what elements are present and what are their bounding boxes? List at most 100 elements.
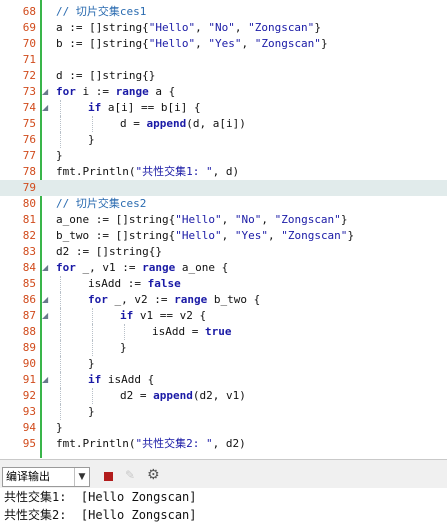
line-number: 82 bbox=[22, 229, 36, 242]
stop-icon[interactable] bbox=[104, 472, 113, 481]
code-token: } bbox=[340, 213, 348, 226]
code-line[interactable]: 71 bbox=[0, 52, 447, 68]
line-number: 85 bbox=[22, 277, 36, 290]
indent-guide bbox=[60, 116, 61, 132]
code-text: } bbox=[56, 148, 63, 164]
code-line[interactable]: 83 d2 := []string{} bbox=[0, 244, 447, 260]
line-number: 86 bbox=[22, 293, 36, 306]
output-line: 共性交集1: [Hello Zongscan] bbox=[4, 490, 197, 504]
code-line[interactable]: 75 d = append(d, a[i]) bbox=[0, 116, 447, 132]
fold-toggle-icon[interactable]: ◢ bbox=[42, 292, 48, 308]
fold-toggle-icon[interactable]: ◢ bbox=[42, 100, 48, 116]
keyword-token: if bbox=[88, 101, 102, 114]
code-token: b := []string{ bbox=[56, 37, 149, 50]
code-line[interactable]: 85 isAdd := false bbox=[0, 276, 447, 292]
code-token: } bbox=[347, 229, 355, 242]
indent-guide bbox=[60, 292, 61, 308]
code-token: fmt.Println( bbox=[56, 165, 136, 178]
code-line[interactable]: 68 // 切片交集ces1 bbox=[0, 4, 447, 20]
code-line[interactable]: 86 ◢ for _, v2 := range b_two { bbox=[0, 292, 447, 308]
code-text: // 切片交集ces2 bbox=[56, 196, 146, 212]
code-text: for _, v2 := range b_two { bbox=[88, 292, 260, 308]
code-token: _, v2 := bbox=[107, 293, 175, 306]
code-line[interactable]: 95 fmt.Println("共性交集2: ", d2) bbox=[0, 436, 447, 452]
code-token: , bbox=[221, 213, 235, 226]
output-console: 共性交集1: [Hello Zongscan] 共性交集2: [Hello Zo… bbox=[0, 488, 447, 526]
code-text: if v1 == v2 { bbox=[120, 308, 206, 324]
output-panel-select-label: 编译输出 bbox=[6, 470, 50, 483]
indent-guide bbox=[60, 356, 61, 372]
code-line[interactable]: 76} bbox=[0, 132, 447, 148]
string-token: "共性交集2: " bbox=[135, 437, 213, 450]
code-line[interactable]: 77} bbox=[0, 148, 447, 164]
code-token: , bbox=[221, 229, 235, 242]
code-line[interactable]: 88 isAdd = true bbox=[0, 324, 447, 340]
code-text: b := []string{"Hello", "Yes", "Zongscan"… bbox=[56, 36, 328, 52]
code-token: a_one := []string{ bbox=[56, 213, 176, 226]
code-token: isAdd { bbox=[101, 373, 155, 386]
code-line[interactable]: 79 bbox=[0, 180, 447, 196]
chevron-down-icon[interactable]: ▼ bbox=[74, 468, 89, 486]
code-token: a[i] == b[i] { bbox=[101, 101, 201, 114]
code-text: isAdd = true bbox=[152, 324, 231, 340]
indent-guide bbox=[60, 132, 61, 148]
code-text: } bbox=[88, 404, 95, 420]
code-token: fmt.Println( bbox=[56, 437, 136, 450]
code-line[interactable]: 89} bbox=[0, 340, 447, 356]
code-line[interactable]: 78 fmt.Println("共性交集1: ", d) bbox=[0, 164, 447, 180]
code-line[interactable]: 70 b := []string{"Hello", "Yes", "Zongsca… bbox=[0, 36, 447, 52]
string-token: "Yes" bbox=[234, 229, 268, 242]
output-panel-select[interactable]: 编译输出 ▼ bbox=[2, 467, 90, 487]
line-number: 74 bbox=[22, 101, 36, 114]
code-token: , bbox=[267, 229, 282, 242]
indent-guide bbox=[60, 372, 61, 388]
code-token: , bbox=[261, 213, 275, 226]
line-number: 76 bbox=[22, 133, 36, 146]
string-token: "Hello" bbox=[148, 37, 196, 50]
fold-toggle-icon[interactable]: ◢ bbox=[42, 372, 48, 388]
string-token: "共性交集1: " bbox=[135, 165, 213, 178]
code-line[interactable]: 94} bbox=[0, 420, 447, 436]
code-line[interactable]: 84 ◢ for _, v1 := range a_one { bbox=[0, 260, 447, 276]
code-token: } bbox=[88, 357, 95, 370]
code-text: a_one := []string{"Hello", "No", "Zongsc… bbox=[56, 212, 347, 228]
code-editor[interactable]: 68// 切片交集ces1 69 a := []string{"Hello", "N… bbox=[0, 0, 447, 458]
code-line[interactable]: 72 d := []string{} bbox=[0, 68, 447, 84]
gear-icon[interactable]: ⚙ bbox=[147, 467, 163, 483]
code-line[interactable]: 93} bbox=[0, 404, 447, 420]
code-line[interactable]: 73 ◢ for i := range a { bbox=[0, 84, 447, 100]
code-line[interactable]: 91 ◢ if isAdd { bbox=[0, 372, 447, 388]
code-line[interactable]: 69 a := []string{"Hello", "No", "Zongscan… bbox=[0, 20, 447, 36]
code-line[interactable]: 82 b_two := []string{"Hello", "Yes", "Zon… bbox=[0, 228, 447, 244]
keyword-token: if bbox=[88, 373, 102, 386]
line-number: 92 bbox=[22, 389, 36, 402]
code-token: a { bbox=[148, 85, 176, 98]
code-token: , bbox=[241, 37, 255, 50]
line-number: 81 bbox=[22, 213, 36, 226]
code-line[interactable]: 81 a_one := []string{"Hello", "No", "Zong… bbox=[0, 212, 447, 228]
fold-toggle-icon[interactable]: ◢ bbox=[42, 308, 48, 324]
indent-guide bbox=[60, 100, 61, 116]
code-line[interactable]: 90} bbox=[0, 356, 447, 372]
output-toolbar: 编译输出 ▼ ✎ ⚙ bbox=[0, 459, 447, 488]
fold-toggle-icon[interactable]: ◢ bbox=[42, 84, 48, 100]
indent-guide bbox=[92, 116, 93, 132]
string-token: "No" bbox=[208, 21, 235, 34]
fold-toggle-icon[interactable]: ◢ bbox=[42, 260, 48, 276]
eraser-icon[interactable]: ✎ bbox=[125, 468, 139, 482]
code-text: for _, v1 := range a_one { bbox=[56, 260, 228, 276]
code-text: isAdd := false bbox=[88, 276, 181, 292]
code-line[interactable]: 80 // 切片交集ces2 bbox=[0, 196, 447, 212]
code-token: a_one { bbox=[175, 261, 229, 274]
code-token: d := []string{} bbox=[56, 69, 156, 82]
line-number: 93 bbox=[22, 405, 36, 418]
code-token: , bbox=[234, 21, 249, 34]
code-line[interactable]: 92 d2 = append(d2, v1) bbox=[0, 388, 447, 404]
code-token: a := []string{ bbox=[56, 21, 149, 34]
code-line[interactable]: 87 ◢ if v1 == v2 { bbox=[0, 308, 447, 324]
string-token: "Zongscan" bbox=[281, 229, 348, 242]
line-number: 83 bbox=[22, 245, 36, 258]
code-line[interactable]: 74 ◢ if a[i] == b[i] { bbox=[0, 100, 447, 116]
code-token: (d2, v1) bbox=[192, 389, 246, 402]
code-token: i := bbox=[75, 85, 116, 98]
